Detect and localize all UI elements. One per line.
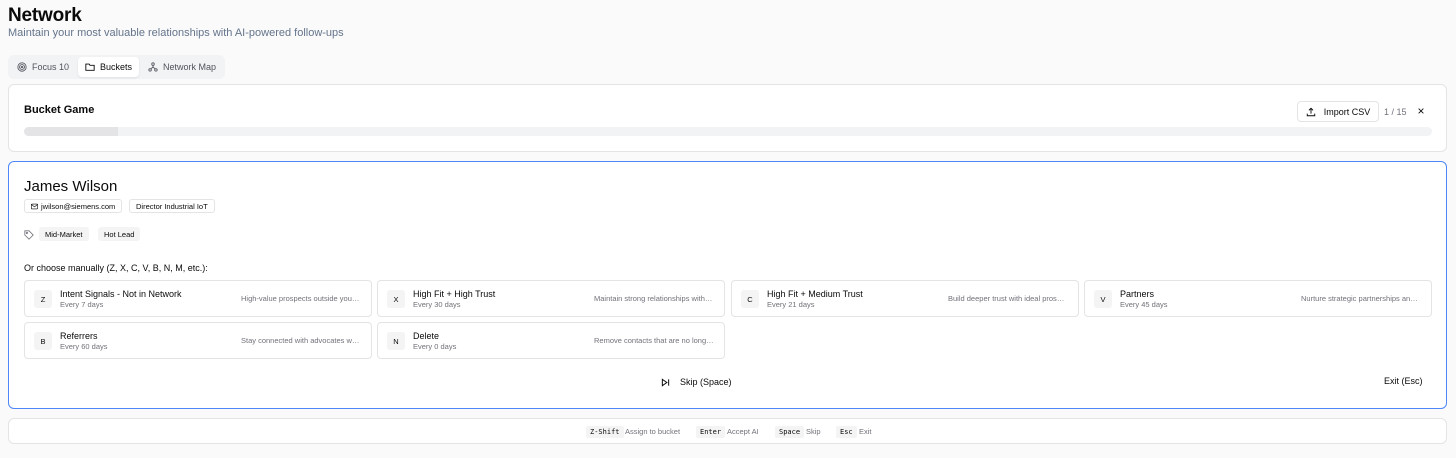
shortcut-label: Accept AI bbox=[727, 427, 759, 436]
bucket-key: C bbox=[741, 290, 759, 308]
bucket-name: Intent Signals - Not in Network bbox=[60, 289, 182, 299]
tab-label: Buckets bbox=[100, 62, 133, 72]
contact-card: James Wilson jwilson@siemens.com Directo… bbox=[8, 161, 1447, 409]
bucket-option-c[interactable]: C High Fit + Medium Trust Every 21 days … bbox=[731, 280, 1079, 317]
tab-bar: Focus 10 Buckets Network Map bbox=[8, 55, 226, 79]
progress-fill bbox=[24, 127, 119, 136]
bucket-key: Z bbox=[34, 290, 52, 308]
bucket-key: V bbox=[1094, 290, 1112, 308]
shortcut-label: Skip bbox=[806, 427, 821, 436]
progress-bar bbox=[24, 127, 1432, 136]
bucket-game-title: Bucket Game bbox=[24, 104, 95, 116]
bucket-name: High Fit + Medium Trust bbox=[767, 289, 863, 299]
mail-icon bbox=[31, 203, 38, 209]
import-csv-label: Import CSV bbox=[1323, 106, 1371, 117]
tab-buckets[interactable]: Buckets bbox=[78, 57, 140, 77]
bucket-option-z[interactable]: Z Intent Signals - Not in Network Every … bbox=[24, 280, 372, 317]
bucket-option-v[interactable]: V Partners Every 45 days Nurture strateg… bbox=[1084, 280, 1432, 317]
bucket-key: X bbox=[387, 290, 405, 308]
folder-icon bbox=[85, 63, 95, 71]
bucket-description: Stay connected with advocates who refer … bbox=[241, 336, 361, 345]
bucket-description: Maintain strong relationships with top c… bbox=[594, 294, 714, 303]
contact-name: James Wilson bbox=[24, 178, 118, 195]
bucket-frequency: Every 7 days bbox=[60, 300, 104, 309]
manual-choice-label: Or choose manually (Z, X, C, V, B, N, M,… bbox=[24, 263, 208, 273]
tab-focus-10[interactable]: Focus 10 bbox=[10, 57, 76, 77]
bucket-name: High Fit + High Trust bbox=[413, 289, 496, 299]
shortcut-label: Exit bbox=[859, 427, 872, 436]
skip-label: Skip (Space) bbox=[680, 377, 732, 387]
tab-network-map[interactable]: Network Map bbox=[141, 57, 223, 77]
bucket-name: Referrers bbox=[60, 331, 98, 341]
progress-counter: 1 / 15 bbox=[1384, 107, 1407, 117]
page-title: Network bbox=[8, 5, 82, 26]
exit-button[interactable]: Exit (Esc) bbox=[1384, 376, 1423, 386]
bucket-description: Remove contacts that are no longer relev… bbox=[594, 336, 714, 345]
bucket-name: Partners bbox=[1120, 289, 1155, 299]
target-icon bbox=[17, 62, 27, 72]
bucket-frequency: Every 30 days bbox=[413, 300, 461, 309]
shortcut-label: Assign to bucket bbox=[625, 427, 681, 436]
bucket-option-n[interactable]: N Delete Every 0 days Remove contacts th… bbox=[377, 322, 725, 359]
contact-email: jwilson@siemens.com bbox=[41, 201, 116, 211]
tag-hot-lead: Hot Lead bbox=[98, 227, 141, 241]
bucket-key: B bbox=[34, 332, 52, 350]
tab-label: Network Map bbox=[163, 62, 217, 72]
upload-icon bbox=[1306, 107, 1315, 116]
contact-role: Director Industrial IoT bbox=[136, 201, 208, 211]
bucket-frequency: Every 60 days bbox=[60, 342, 108, 351]
bucket-frequency: Every 0 days bbox=[413, 342, 457, 351]
tag-icon bbox=[24, 230, 34, 240]
bucket-option-x[interactable]: X High Fit + High Trust Every 30 days Ma… bbox=[377, 280, 725, 317]
network-icon bbox=[148, 62, 158, 72]
bucket-game-card: Bucket Game Import CSV 1 / 15 × bbox=[8, 84, 1447, 152]
shortcut-key: Enter bbox=[696, 426, 726, 438]
bucket-frequency: Every 45 days bbox=[1120, 300, 1168, 309]
skip-forward-icon bbox=[661, 377, 670, 387]
shortcut-key: Esc bbox=[836, 426, 857, 438]
bucket-key: N bbox=[387, 332, 405, 350]
bucket-description: Build deeper trust with ideal prospects bbox=[948, 294, 1068, 303]
skip-button[interactable]: Skip (Space) bbox=[661, 375, 732, 389]
page-subtitle: Maintain your most valuable relationship… bbox=[8, 27, 344, 39]
shortcut-key: Z-Shift bbox=[586, 426, 624, 438]
keyboard-shortcuts-bar: Z-Shift Assign to bucket Enter Accept AI… bbox=[8, 418, 1447, 444]
close-button[interactable]: × bbox=[1414, 103, 1428, 119]
email-chip: jwilson@siemens.com bbox=[24, 199, 123, 213]
tab-label: Focus 10 bbox=[32, 62, 70, 72]
shortcut-key: Space bbox=[775, 426, 805, 438]
bucket-name: Delete bbox=[413, 331, 440, 341]
bucket-frequency: Every 21 days bbox=[767, 300, 815, 309]
role-chip: Director Industrial IoT bbox=[129, 199, 215, 213]
import-csv-button[interactable]: Import CSV bbox=[1297, 101, 1379, 122]
bucket-description: High-value prospects outside your networ… bbox=[241, 294, 361, 303]
bucket-option-b[interactable]: B Referrers Every 60 days Stay connected… bbox=[24, 322, 372, 359]
tag-mid-market: Mid-Market bbox=[39, 227, 89, 241]
bucket-description: Nurture strategic partnerships and allia… bbox=[1301, 294, 1421, 303]
